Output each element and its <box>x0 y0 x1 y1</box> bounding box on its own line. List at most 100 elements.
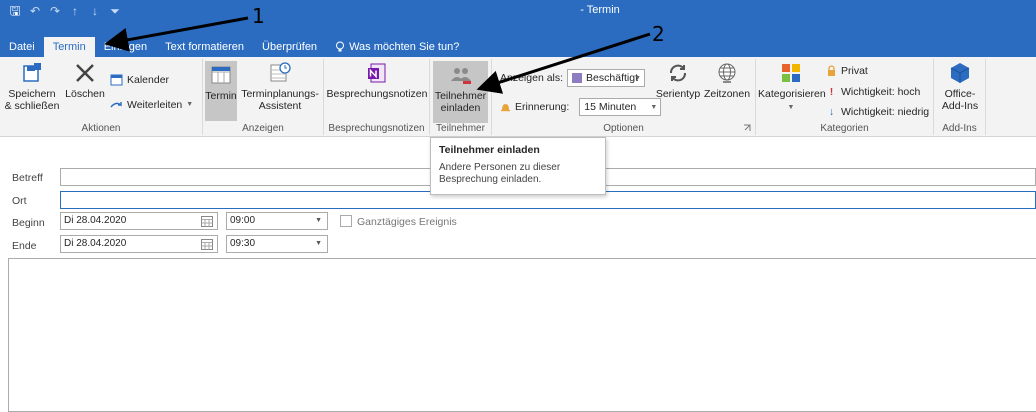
group-label-teilnehmer: Teilnehmer <box>436 123 485 134</box>
customize-qat-icon[interactable]: ⏷ <box>108 4 122 18</box>
tab-text-formatieren[interactable]: Text formatieren <box>156 37 253 57</box>
calendar-picker-icon[interactable] <box>201 238 213 250</box>
save-close-button[interactable]: Speichern & schließen <box>4 61 60 112</box>
termin-view-button[interactable]: Termin <box>205 61 237 121</box>
window-title: - Termin <box>580 4 620 16</box>
forward-label: Weiterleiten <box>127 98 183 111</box>
calendar-button[interactable]: Kalender <box>110 73 169 86</box>
tab-termin[interactable]: Termin <box>43 37 95 57</box>
exclamation-icon: ! <box>829 86 834 98</box>
start-date-value: Di 28.04.2020 <box>64 215 127 226</box>
tab-ueberpruefen[interactable]: Überprüfen <box>253 37 326 57</box>
calendar-picker-icon[interactable] <box>201 215 213 227</box>
forward-icon <box>110 102 122 108</box>
show-as-value: Beschäftigt <box>586 72 638 84</box>
down-arrow-icon: ↓ <box>828 106 835 118</box>
quick-access-toolbar: 🖫 ↶ ↷ ↑ ↓ ⏷ <box>8 4 122 19</box>
invite-attendees-label-2: einladen <box>440 102 481 114</box>
start-date-input[interactable]: Di 28.04.2020 <box>60 212 218 230</box>
group-optionen: Anzeigen als: Beschäftigt ▼ Erinnerung: … <box>492 59 756 135</box>
group-besprechungsnotizen: Besprechungsnotizen Besprechungsnotizen <box>324 59 430 135</box>
scheduling-assistant-icon <box>270 62 291 82</box>
dialog-launcher-icon[interactable] <box>743 124 751 132</box>
start-time-value: 09:00 <box>230 215 256 226</box>
group-label-anzeigen: Anzeigen <box>242 123 284 134</box>
group-kategorien: Kategorisieren ▼ Privat ! Wichtigkeit: h… <box>756 59 934 135</box>
appointment-body-editor[interactable] <box>8 258 1036 412</box>
group-anzeigen: Termin Terminplanungs- Assistent Anzeige… <box>203 59 324 135</box>
end-date-value: Di 28.04.2020 <box>64 238 127 249</box>
chevron-down-icon: ▼ <box>315 240 322 247</box>
tell-me-search[interactable]: Was möchten Sie tun? <box>326 37 468 57</box>
recurrence-icon <box>670 64 686 82</box>
timezones-label: Zeitzonen <box>703 88 751 100</box>
group-label-notes: Besprechungsnotizen <box>328 123 425 134</box>
globe-icon <box>718 63 736 83</box>
reminder-value: 15 Minuten <box>584 101 637 113</box>
calendar-label: Kalender <box>127 73 170 86</box>
end-date-input[interactable]: Di 28.04.2020 <box>60 235 218 253</box>
allday-checkbox[interactable] <box>340 215 352 227</box>
save-close-icon <box>23 63 41 82</box>
group-label-kategorien: Kategorien <box>820 123 869 134</box>
private-button[interactable]: Privat <box>826 65 868 77</box>
office-addins-label-2: Add-Ins <box>941 100 979 112</box>
save-close-label-1: Speichern <box>8 88 56 100</box>
group-aktionen: Speichern & schließen Löschen Kalender W… <box>0 59 203 135</box>
chevron-down-icon: ▼ <box>787 104 795 111</box>
lightbulb-icon <box>336 41 345 52</box>
ribbon: Speichern & schließen Löschen Kalender W… <box>0 57 1036 137</box>
subject-label: Betreff <box>12 172 43 184</box>
start-time-select[interactable]: 09:00 ▼ <box>226 212 328 230</box>
office-addins-button[interactable]: Office- Add-Ins <box>936 61 984 112</box>
recurrence-button[interactable]: Serientyp <box>654 61 702 100</box>
delete-button[interactable]: Löschen <box>62 61 108 100</box>
delete-x-icon <box>76 64 94 82</box>
meeting-notes-button[interactable]: Besprechungsnotizen <box>326 61 428 100</box>
categorize-icon <box>782 64 800 82</box>
title-bar: 🖫 ↶ ↷ ↑ ↓ ⏷ - Termin <box>0 0 1036 37</box>
meeting-notes-label: Besprechungsnotizen <box>326 88 428 100</box>
high-importance-label: Wichtigkeit: hoch <box>841 86 921 98</box>
invite-attendees-button[interactable]: Teilnehmer einladen <box>433 61 488 123</box>
invite-attendees-label-1: Teilnehmer <box>434 90 487 102</box>
forward-button[interactable]: Weiterleiten ▼ <box>110 98 193 111</box>
group-label-aktionen: Aktionen <box>81 123 121 134</box>
show-as-dropdown[interactable]: Beschäftigt ▼ <box>567 69 646 87</box>
tell-me-label: Was möchten Sie tun? <box>349 41 460 53</box>
office-addins-label-1: Office- <box>944 88 976 100</box>
down-arrow-icon[interactable]: ↓ <box>88 4 102 18</box>
show-as-label: Anzeigen als: <box>500 72 564 84</box>
lock-icon <box>828 65 835 76</box>
redo-icon[interactable]: ↷ <box>48 4 62 18</box>
end-time-select[interactable]: 09:30 ▼ <box>226 235 328 253</box>
annotation-number-2: 2 <box>652 22 665 46</box>
undo-icon[interactable]: ↶ <box>28 4 42 18</box>
tooltip-line-2: Besprechung einladen. <box>439 174 542 185</box>
tab-datei[interactable]: Datei <box>0 37 44 57</box>
reminder-dropdown[interactable]: 15 Minuten ▼ <box>579 98 662 116</box>
onenote-icon <box>368 63 386 83</box>
low-importance-label: Wichtigkeit: niedrig <box>841 106 930 118</box>
save-icon[interactable]: 🖫 <box>8 4 22 18</box>
tab-einfuegen[interactable]: Einfügen <box>95 37 156 57</box>
categorize-button[interactable]: Kategorisieren ▼ <box>758 61 826 114</box>
tooltip-line-1: Andere Personen zu dieser <box>439 162 561 173</box>
up-arrow-icon[interactable]: ↑ <box>68 4 82 18</box>
scheduling-assistant-label-1: Terminplanungs- <box>241 88 319 100</box>
timezones-button[interactable]: Zeitzonen <box>702 61 752 100</box>
end-time-value: 09:30 <box>230 238 256 249</box>
show-as-control: Anzeigen als: Beschäftigt ▼ <box>500 69 646 87</box>
chevron-down-icon: ▼ <box>634 75 642 82</box>
bell-icon <box>501 104 510 112</box>
scheduling-assistant-button[interactable]: Terminplanungs- Assistent <box>239 61 321 112</box>
tooltip-title: Teilnehmer einladen <box>439 144 540 156</box>
high-importance-button[interactable]: ! Wichtigkeit: hoch <box>826 86 921 98</box>
private-label: Privat <box>841 65 868 77</box>
annotation-number-1: 1 <box>252 4 265 28</box>
low-importance-button[interactable]: ↓ Wichtigkeit: niedrig <box>826 106 929 118</box>
save-close-label-2: & schließen <box>4 100 60 112</box>
allday-label: Ganztägiges Ereignis <box>357 216 457 228</box>
busy-color-swatch <box>572 73 583 83</box>
office-addins-icon <box>950 63 970 83</box>
